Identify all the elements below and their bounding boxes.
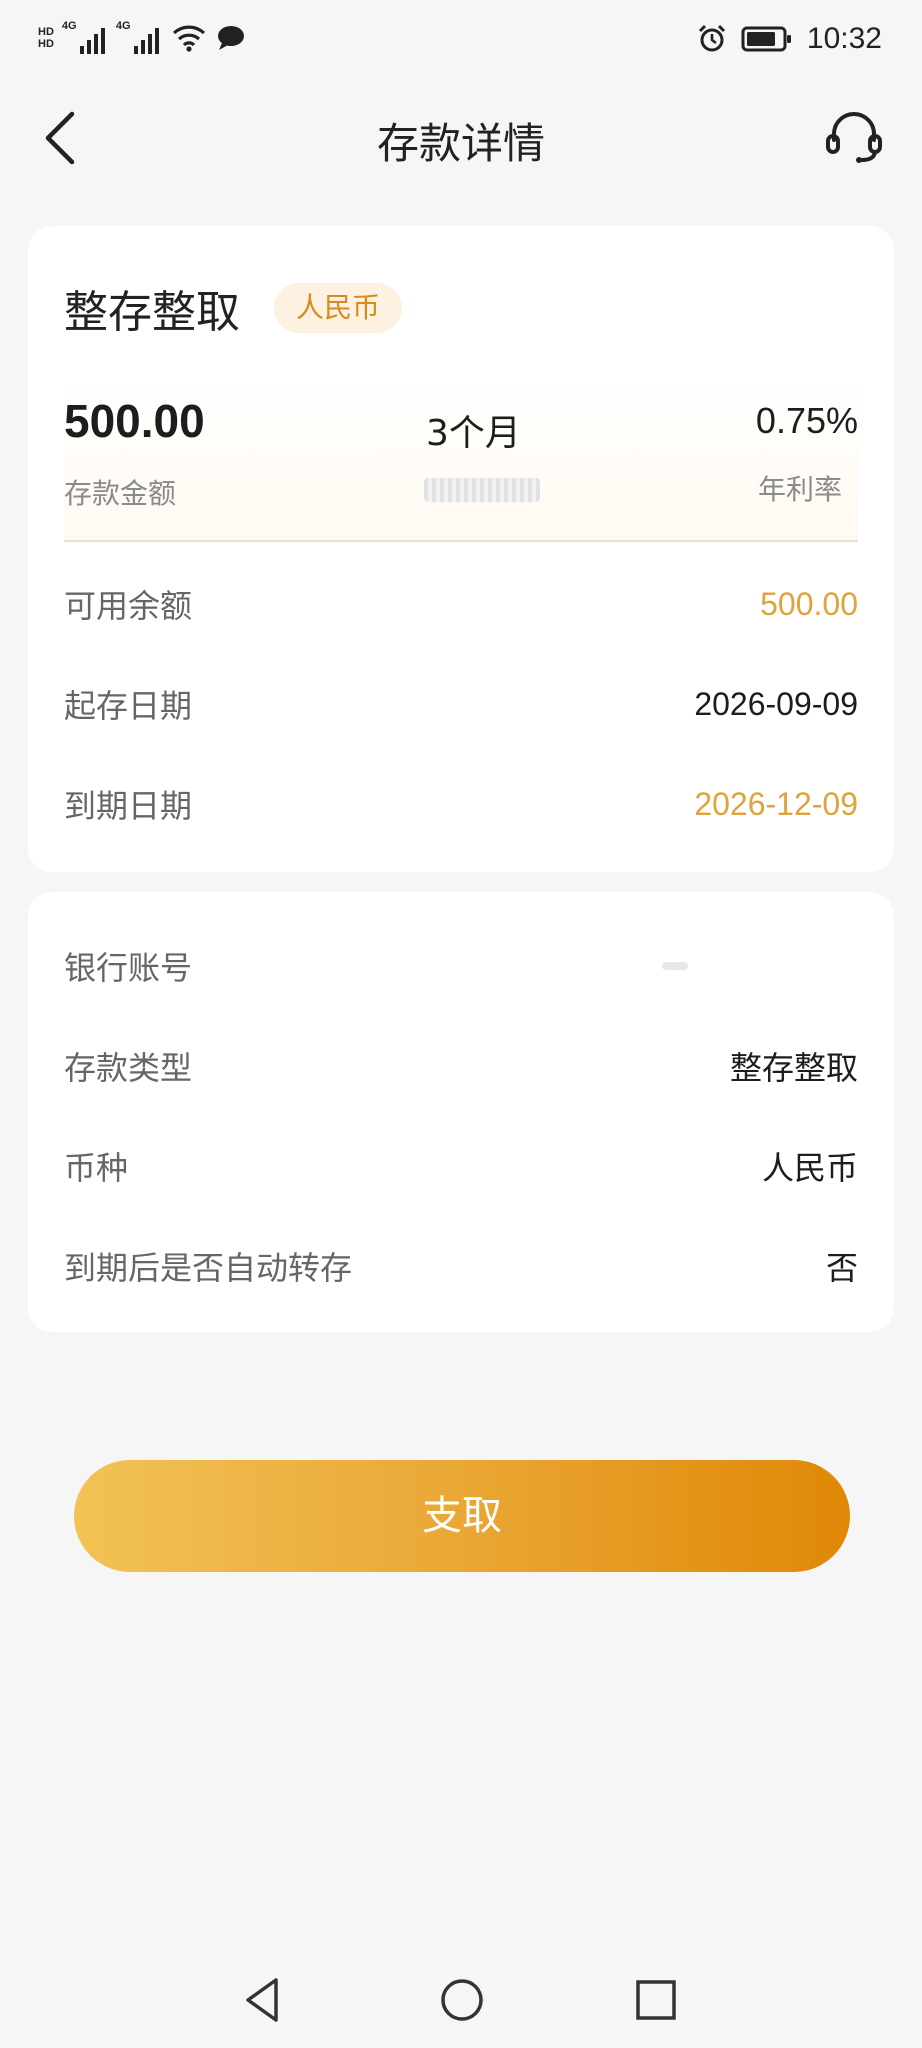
detail-row-start-date: 起存日期 2026-09-09 <box>64 674 858 734</box>
detail-value: 2026-09-09 <box>694 685 858 722</box>
detail-row-currency: 币种 人民币 <box>64 1136 858 1196</box>
detail-value: 整存整取 <box>729 1049 858 1087</box>
signal-icon: 4G <box>61 20 108 54</box>
alarm-icon <box>698 24 725 52</box>
status-right: 10:32 <box>697 22 882 56</box>
signal-2-label: 4G <box>115 20 131 32</box>
deposit-summary-card: 整存整取 人民币 500.00 存款金额 3个月 0.75% 年利率 可用余额 … <box>28 226 894 872</box>
signal-icon: 4G <box>115 20 162 54</box>
detail-value: 人民币 <box>761 1149 858 1187</box>
status-bar: HD HD 4G 4G 10:32 <box>0 0 922 88</box>
detail-row-auto-renew: 到期后是否自动转存 否 <box>64 1236 858 1296</box>
nav-home-button[interactable] <box>434 1972 490 2028</box>
deposit-term: 3个月 <box>426 413 521 454</box>
status-time: 10:32 <box>806 22 882 55</box>
page-title: 存款详情 <box>376 119 545 168</box>
deposit-amount: 500.00 <box>64 395 205 447</box>
hd-bottom: HD <box>38 38 54 50</box>
detail-key: 到期日期 <box>64 787 193 825</box>
detail-row-deposit-type: 存款类型 整存整取 <box>64 1036 858 1096</box>
withdraw-button[interactable]: 支取 <box>74 1460 850 1572</box>
detail-value: 否 <box>825 1249 858 1287</box>
detail-key: 币种 <box>64 1149 129 1187</box>
currency-badge: 人民币 <box>274 283 403 333</box>
detail-row-account-number: 银行账号 <box>64 936 858 996</box>
product-name: 整存整取 <box>64 287 240 338</box>
square-recents-icon <box>636 1980 676 2020</box>
system-nav-bar <box>0 1950 922 2048</box>
deposit-amount-label: 存款金额 <box>64 477 177 510</box>
nav-recents-button[interactable] <box>628 1972 684 2028</box>
hd-indicator: HD HD <box>38 26 54 50</box>
deposit-stats: 500.00 存款金额 3个月 0.75% 年利率 <box>64 374 858 542</box>
signal-1-label: 4G <box>61 20 77 32</box>
detail-row-maturity-date: 到期日期 2026-12-09 <box>64 774 858 834</box>
customer-service-button[interactable] <box>824 106 884 166</box>
detail-value: 2026-12-09 <box>694 785 858 822</box>
message-icon <box>217 26 244 50</box>
app-header: 存款详情 <box>0 88 922 188</box>
detail-key: 银行账号 <box>64 949 193 987</box>
product-header: 整存整取 人民币 <box>64 276 403 340</box>
detail-key: 存款类型 <box>64 1049 193 1087</box>
detail-value: 500.00 <box>760 585 858 622</box>
account-info-card: 银行账号 存款类型 整存整取 币种 人民币 到期后是否自动转存 否 <box>28 892 894 1332</box>
wifi-icon <box>172 25 205 52</box>
detail-key: 到期后是否自动转存 <box>64 1249 353 1287</box>
status-left: HD HD 4G 4G <box>38 20 246 54</box>
circle-home-icon <box>441 1979 483 2021</box>
detail-row-available-balance: 可用余额 500.00 <box>64 574 858 634</box>
hd-top: HD <box>38 26 54 38</box>
battery-icon <box>741 26 791 52</box>
headset-icon <box>826 112 882 163</box>
triangle-back-icon <box>246 1978 278 2022</box>
term-sublabel-masked <box>424 478 540 502</box>
detail-key: 可用余额 <box>64 587 193 625</box>
account-number-masked <box>662 962 688 970</box>
nav-back-button[interactable] <box>236 1972 292 2028</box>
detail-key: 起存日期 <box>64 687 193 725</box>
interest-rate-label: 年利率 <box>757 473 842 506</box>
interest-rate: 0.75% <box>755 400 858 441</box>
